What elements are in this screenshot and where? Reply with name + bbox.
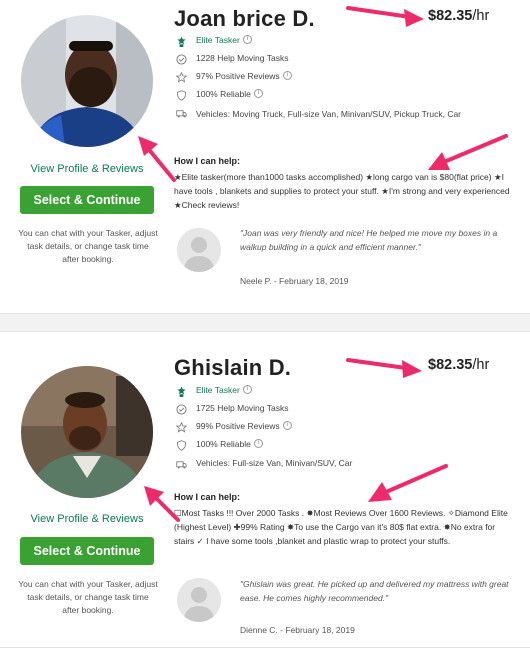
vehicles-list: Vehicles: Moving Truck, Full-size Van, M…: [196, 109, 462, 119]
rate-unit: /hr: [472, 357, 490, 373]
reliable-percent: 100% Reliable: [196, 439, 251, 449]
help-title: How I can help:: [174, 156, 241, 166]
tasker-name: Ghislain D.: [174, 355, 292, 380]
info-icon[interactable]: i: [242, 385, 252, 394]
check-circle-icon: [174, 53, 188, 65]
reviews-row: 97% Positive Reviews i: [174, 71, 292, 83]
reviewer-avatar: [177, 578, 221, 622]
elite-badge-row: Elite Tasker i: [174, 385, 252, 397]
booking-note: You can chat with your Tasker, adjust ta…: [18, 228, 158, 264]
tasks-count: 1725 Help Moving Tasks: [196, 403, 289, 413]
tasks-count: 1228 Help Moving Tasks: [196, 53, 289, 63]
view-profile-link[interactable]: View Profile & Reviews: [12, 513, 162, 525]
star-icon: [174, 421, 188, 433]
review-author: Neele P. - February 18, 2019: [240, 276, 349, 286]
elite-badge-icon: [174, 385, 188, 397]
reliable-percent: 100% Reliable: [196, 89, 251, 99]
reliable-row: 100% Reliable i: [174, 439, 263, 451]
tasks-row: 1725 Help Moving Tasks: [174, 403, 288, 415]
view-profile-link[interactable]: View Profile & Reviews: [12, 163, 162, 175]
vehicles-row: Vehicles: Full-size Van, Minivan/SUV, Ca…: [174, 458, 352, 470]
tasks-row: 1228 Help Moving Tasks: [174, 53, 288, 65]
vehicles-list: Vehicles: Full-size Van, Minivan/SUV, Ca…: [196, 458, 353, 468]
info-icon[interactable]: i: [282, 71, 292, 80]
tasker-photo[interactable]: [21, 15, 153, 147]
select-continue-button[interactable]: Select & Continue: [20, 537, 154, 565]
elite-badge-label: Elite Tasker: [196, 35, 240, 45]
hourly-rate: $82.35/hr: [428, 357, 489, 373]
reviews-row: 99% Positive Reviews i: [174, 421, 292, 433]
hourly-rate: $82.35/hr: [428, 8, 489, 24]
tasker-card: View Profile & Reviews Select & Continue…: [0, 0, 530, 314]
elite-badge-icon: [174, 35, 188, 47]
help-description: ☐Most Tasks !!! Over 2000 Tasks . ✸Most …: [174, 508, 508, 546]
elite-badge-label: Elite Tasker: [196, 385, 240, 395]
info-icon[interactable]: i: [253, 89, 263, 98]
truck-icon: [174, 458, 188, 470]
tasker-photo[interactable]: [21, 366, 153, 498]
review-quote: "Joan was very friendly and nice! He hel…: [240, 228, 498, 252]
tasker-name: Joan brice D.: [174, 6, 315, 31]
elite-badge-row: Elite Tasker i: [174, 35, 252, 47]
rate-amount: $82.35: [428, 8, 473, 24]
info-icon[interactable]: i: [242, 35, 252, 44]
shield-icon: [174, 439, 188, 451]
booking-note: You can chat with your Tasker, adjust ta…: [18, 579, 158, 615]
reviewer-avatar: [177, 228, 221, 272]
info-icon[interactable]: i: [253, 439, 263, 448]
rate-amount: $82.35: [428, 357, 473, 373]
truck-icon: [174, 107, 188, 119]
rate-unit: /hr: [472, 8, 490, 24]
info-icon[interactable]: i: [282, 421, 292, 430]
shield-icon: [174, 89, 188, 101]
star-icon: [174, 71, 188, 83]
help-description: ★Elite tasker(more than1000 tasks accomp…: [174, 172, 510, 210]
positive-reviews: 99% Positive Reviews: [196, 421, 280, 431]
help-title: How I can help:: [174, 492, 241, 502]
review-author: Dienne C. - February 18, 2019: [240, 625, 355, 635]
select-continue-button[interactable]: Select & Continue: [20, 186, 154, 214]
vehicles-row: Vehicles: Moving Truck, Full-size Van, M…: [174, 107, 514, 121]
card-separator: [0, 314, 530, 331]
review-quote: "Ghislain was great. He picked up and de…: [240, 579, 509, 603]
reliable-row: 100% Reliable i: [174, 89, 263, 101]
positive-reviews: 97% Positive Reviews: [196, 71, 280, 81]
check-circle-icon: [174, 403, 188, 415]
